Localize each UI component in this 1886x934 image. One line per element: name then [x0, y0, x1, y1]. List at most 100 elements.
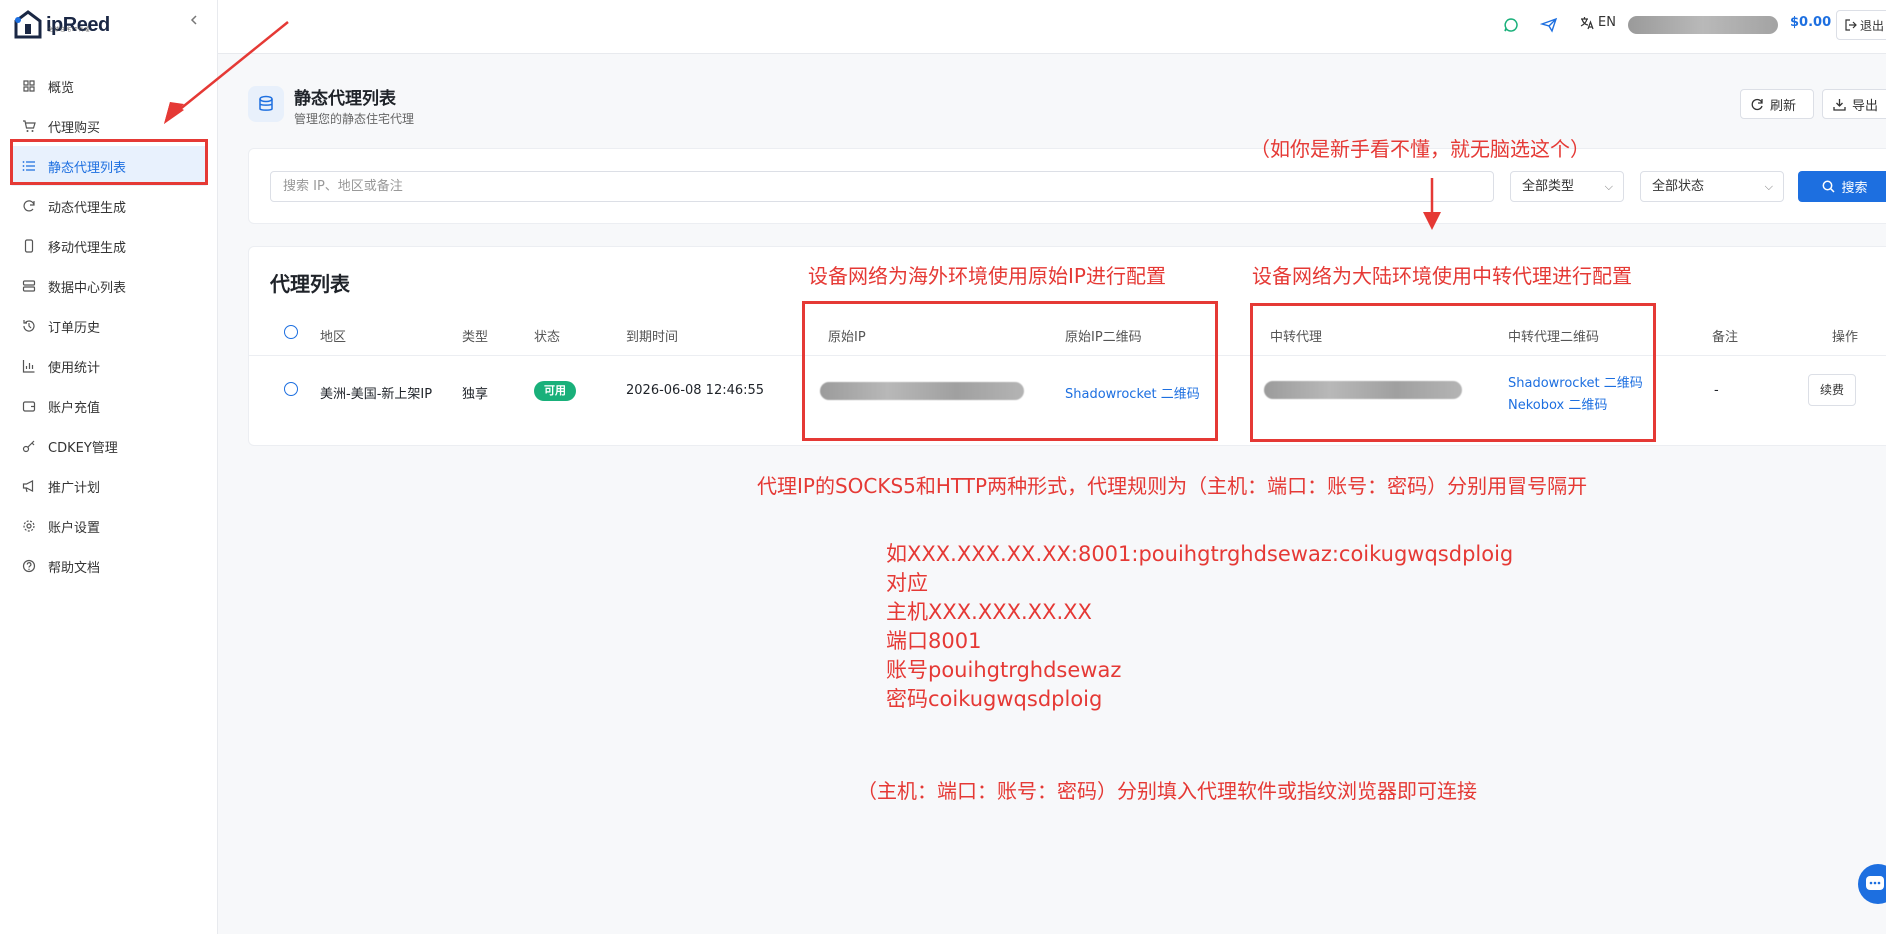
- chat-icon[interactable]: [1502, 16, 1520, 34]
- annotation-box-sidebar: [10, 139, 208, 185]
- row-expiry: 2026-06-08 12:46:55: [626, 383, 765, 398]
- annotation-example-line: 如XXX.XXX.XX.XX:8001:pouihgtrghdsewaz:coi…: [886, 542, 1514, 566]
- col-status: 状态: [534, 330, 561, 345]
- type-select-value: 全部类型: [1522, 179, 1575, 194]
- search-button[interactable]: 搜索: [1798, 171, 1886, 202]
- translate-icon: [1580, 16, 1594, 29]
- proxy-list-title: 代理列表: [270, 272, 350, 296]
- server-icon: [22, 279, 36, 293]
- sidebar-item[interactable]: 订单历史: [0, 306, 218, 346]
- annotation-example-line: 主机XXX.XXX.XX.XX: [886, 600, 1092, 624]
- annotation-example-line: 密码coikugwqsdploig: [886, 687, 1103, 711]
- annotation-example: 如XXX.XXX.XX.XX:8001:pouihgtrghdsewaz:coi…: [886, 540, 1513, 714]
- annotation-example-line: 账号pouihgtrghdsewaz: [886, 658, 1122, 682]
- logout-button[interactable]: 退出: [1836, 10, 1886, 40]
- brand-tagline: 全球住宅IP代理: [48, 27, 91, 33]
- cart-icon: [22, 119, 36, 133]
- annotation-example-line: 端口8001: [886, 629, 982, 653]
- annotation-box-relay: [1250, 303, 1656, 442]
- brand-name: ipReed: [46, 13, 110, 36]
- mobile-icon: [22, 239, 36, 253]
- refresh-button[interactable]: 刷新: [1740, 89, 1814, 119]
- support-chat-button[interactable]: [1858, 864, 1886, 904]
- sidebar-item-label: CDKEY管理: [48, 440, 118, 456]
- sidebar-item-label: 代理购买: [48, 120, 101, 136]
- sidebar-item-label: 动态代理生成: [48, 200, 127, 216]
- renew-button[interactable]: 续费: [1808, 374, 1856, 406]
- row-region: 美洲-美国-新上架IP: [320, 387, 433, 402]
- sidebar-item[interactable]: 推广计划: [0, 466, 218, 506]
- sidebar-item-label: 订单历史: [48, 320, 101, 336]
- col-region: 地区: [320, 330, 347, 345]
- sidebar-item[interactable]: 数据中心列表: [0, 266, 218, 306]
- logout-icon: [1845, 19, 1857, 31]
- house-logo-icon: [14, 10, 42, 39]
- key-icon: [22, 439, 36, 453]
- search-button-label: 搜索: [1841, 181, 1868, 196]
- language-switch[interactable]: EN: [1580, 15, 1616, 30]
- sidebar-item-label: 帮助文档: [48, 560, 101, 576]
- select-all-checkbox[interactable]: [284, 325, 298, 339]
- page-title: 静态代理列表: [294, 89, 396, 109]
- row-checkbox[interactable]: [284, 382, 298, 396]
- page-subtitle: 管理您的静态住宅代理: [294, 112, 415, 126]
- telegram-icon[interactable]: [1540, 16, 1558, 34]
- balance-amount: $0.00: [1790, 15, 1832, 30]
- sidebar-item-label: 推广计划: [48, 480, 101, 496]
- chevron-down-icon: ⌵: [1764, 180, 1773, 193]
- sidebar-item[interactable]: 使用统计: [0, 346, 218, 386]
- export-button[interactable]: 导出: [1822, 89, 1886, 119]
- annotation-overseas: 设备网络为海外环境使用原始IP进行配置: [808, 264, 1166, 288]
- sidebar-item[interactable]: 动态代理生成: [0, 186, 218, 226]
- chat-bubble-icon: [1866, 876, 1884, 890]
- sidebar-item-label: 数据中心列表: [48, 280, 127, 296]
- col-action: 操作: [1832, 330, 1859, 345]
- annotation-arrow-down-icon: [1423, 178, 1441, 230]
- col-expiry: 到期时间: [626, 330, 679, 345]
- status-badge: 可用: [534, 381, 576, 401]
- sidebar-item[interactable]: CDKEY管理: [0, 426, 218, 466]
- row-note: -: [1714, 383, 1719, 398]
- status-select-value: 全部状态: [1652, 179, 1705, 194]
- sidebar-item-label: 移动代理生成: [48, 240, 127, 256]
- col-note: 备注: [1712, 330, 1739, 345]
- annotation-novice-hint: （如你是新手看不懂，就无脑选这个）: [1250, 137, 1590, 161]
- history-icon: [22, 319, 36, 333]
- search-icon: [1823, 180, 1836, 193]
- logo[interactable]: ipReed: [14, 8, 124, 42]
- sidebar-item[interactable]: 账户充值: [0, 386, 218, 426]
- megaphone-icon: [22, 479, 36, 493]
- wallet-icon: [22, 399, 36, 413]
- col-type: 类型: [462, 330, 489, 345]
- refresh-label: 刷新: [1770, 98, 1797, 114]
- annotation-box-raw-ip: [802, 301, 1218, 441]
- annotation-format-note: 代理IP的SOCKS5和HTTP两种形式，代理规则为（主机：端口：账号：密码）分…: [757, 474, 1588, 498]
- help-icon: [22, 559, 36, 573]
- refresh-icon: [22, 199, 36, 213]
- user-account-redacted[interactable]: [1628, 16, 1778, 34]
- grid-icon: [22, 79, 36, 93]
- language-label: EN: [1598, 15, 1616, 30]
- sidebar-item[interactable]: 移动代理生成: [0, 226, 218, 266]
- status-select[interactable]: 全部状态 ⌵: [1640, 171, 1784, 202]
- search-input[interactable]: 搜索 IP、地区或备注: [270, 171, 1494, 202]
- sidebar-item-label: 概览: [48, 80, 75, 96]
- sidebar-item-label: 账户充值: [48, 400, 101, 416]
- annotation-mainland: 设备网络为大陆环境使用中转代理进行配置: [1252, 264, 1632, 288]
- sidebar-item[interactable]: 帮助文档: [0, 546, 218, 586]
- sidebar-item-label: 账户设置: [48, 520, 101, 536]
- download-icon: [1833, 98, 1846, 111]
- export-label: 导出: [1852, 98, 1879, 114]
- sidebar-item-label: 使用统计: [48, 360, 101, 376]
- annotation-arrow-diagonal-icon: [164, 21, 289, 124]
- logout-label: 退出: [1860, 18, 1885, 33]
- refresh-icon: [1751, 98, 1763, 110]
- type-select[interactable]: 全部类型 ⌵: [1510, 171, 1624, 202]
- bar-chart-icon: [22, 359, 36, 373]
- chevron-down-icon: ⌵: [1604, 180, 1613, 193]
- sidebar-item[interactable]: 账户设置: [0, 506, 218, 546]
- gear-icon: [22, 519, 36, 533]
- annotation-example-line: 对应: [886, 571, 928, 595]
- row-type: 独享: [462, 387, 489, 402]
- annotation-fill-note: （主机：端口：账号：密码）分别填入代理软件或指纹浏览器即可连接: [857, 779, 1477, 803]
